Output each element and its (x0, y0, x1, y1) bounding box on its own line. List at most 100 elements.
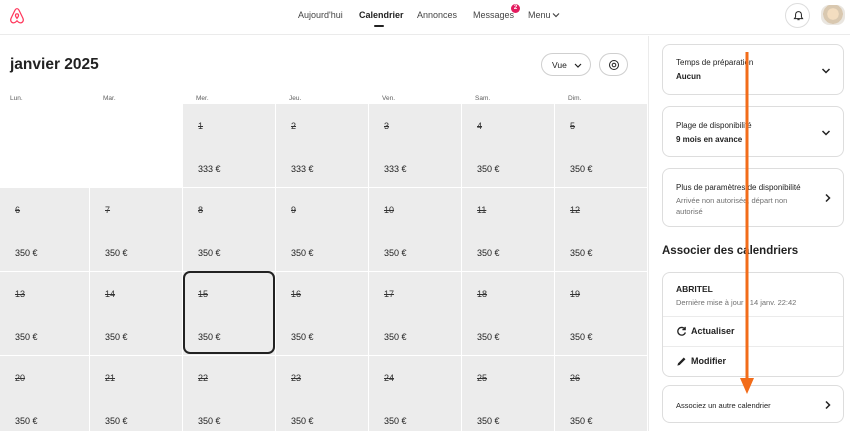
day-price: 350 € (291, 416, 314, 426)
month-title: janvier 2025 (10, 56, 99, 73)
day-number: 9 (291, 205, 297, 215)
calendar-day-cell[interactable]: 26 350 € (555, 356, 648, 431)
calendar-day-cell[interactable]: 18 350 € (462, 272, 555, 356)
calendar-day-cell[interactable]: 21 350 € (90, 356, 183, 431)
weekday-sun: Dim. (568, 95, 582, 102)
more-availability-desc: Arrivée non autorisée, départ non autori… (676, 196, 788, 216)
calendar-empty-cell (0, 104, 183, 188)
day-number: 7 (105, 205, 111, 215)
day-number: 19 (570, 289, 581, 299)
prep-time-value: Aucun (676, 72, 701, 81)
day-number: 6 (15, 205, 21, 215)
top-navigation: Aujourd'hui Calendrier Annonces Messages… (0, 0, 850, 35)
synced-calendar-name: ABRITEL (676, 284, 713, 294)
weekday-tue: Mar. (103, 95, 116, 102)
day-number: 10 (384, 205, 395, 215)
day-price: 350 € (15, 248, 38, 258)
day-price: 350 € (384, 332, 407, 342)
day-number: 14 (105, 289, 116, 299)
nav-today[interactable]: Aujourd'hui (298, 10, 343, 20)
calendar-day-cell[interactable]: 10 350 € (369, 188, 462, 272)
day-number: 26 (570, 373, 581, 383)
link-another-calendar-label: Associez un autre calendrier (676, 401, 771, 410)
link-another-calendar-button[interactable]: Associez un autre calendrier (662, 385, 844, 423)
day-price: 350 € (198, 248, 221, 258)
edit-button[interactable]: Modifier (676, 356, 756, 368)
calendar-day-cell[interactable]: 14 350 € (90, 272, 183, 356)
divider (663, 316, 843, 317)
calendar-day-cell[interactable]: 5 350 € (555, 104, 648, 188)
day-price: 333 € (384, 164, 407, 174)
messages-badge: 2 (511, 4, 520, 13)
chevron-down-icon[interactable] (552, 11, 560, 19)
calendar-day-cell[interactable]: 19 350 € (555, 272, 648, 356)
chevron-right-icon (825, 193, 831, 203)
calendar-day-cell[interactable]: 17 350 € (369, 272, 462, 356)
prep-time-card[interactable]: Temps de préparation Aucun (662, 44, 844, 95)
calendar-day-cell-selected[interactable]: 15 350 € (183, 272, 276, 356)
nav-active-indicator (374, 25, 384, 27)
calendar-day-cell[interactable]: 23 350 € (276, 356, 369, 431)
calendar-settings-button[interactable] (599, 53, 628, 76)
nav-calendar[interactable]: Calendrier (359, 10, 404, 20)
bell-icon (793, 11, 804, 21)
more-availability-card[interactable]: Plus de paramètres de disponibilité Arri… (662, 168, 844, 227)
day-number: 11 (477, 205, 487, 215)
day-price: 350 € (477, 332, 500, 342)
day-number: 18 (477, 289, 488, 299)
calendar-day-cell[interactable]: 13 350 € (0, 272, 90, 356)
chevron-down-icon (574, 63, 582, 68)
day-number: 20 (15, 373, 26, 383)
day-number: 24 (384, 373, 395, 383)
calendar-day-cell[interactable]: 24 350 € (369, 356, 462, 431)
calendar-day-cell[interactable]: 12 350 € (555, 188, 648, 272)
day-number: 13 (15, 289, 26, 299)
calendar-day-cell[interactable]: 2 333 € (276, 104, 369, 188)
weekday-mon: Lun. (10, 95, 23, 102)
calendar-day-cell[interactable]: 3 333 € (369, 104, 462, 188)
calendar-day-cell[interactable]: 4 350 € (462, 104, 555, 188)
pencil-icon (677, 357, 686, 366)
day-price: 350 € (477, 416, 500, 426)
refresh-icon (677, 326, 686, 336)
notifications-button[interactable] (785, 3, 810, 28)
day-price: 333 € (291, 164, 314, 174)
refresh-button[interactable]: Actualiser (676, 326, 756, 338)
prep-time-label: Temps de préparation (676, 58, 754, 67)
view-button[interactable]: Vue (541, 53, 591, 76)
day-price: 350 € (477, 248, 500, 258)
availability-range-label: Plage de disponibilité (676, 121, 752, 130)
calendar-day-cell[interactable]: 25 350 € (462, 356, 555, 431)
nav-messages[interactable]: Messages (473, 10, 514, 20)
chevron-down-icon (821, 68, 831, 74)
nav-links: Aujourd'hui Calendrier Annonces Messages… (0, 0, 850, 35)
day-price: 350 € (477, 164, 500, 174)
calendar-day-cell[interactable]: 8 350 € (183, 188, 276, 272)
nav-menu[interactable]: Menu (528, 10, 551, 20)
day-number: 3 (384, 121, 390, 131)
day-price: 350 € (105, 416, 128, 426)
day-price: 350 € (570, 416, 593, 426)
calendar-day-cell[interactable]: 1 333 € (183, 104, 276, 188)
day-number: 2 (291, 121, 297, 131)
calendar-day-cell[interactable]: 20 350 € (0, 356, 90, 431)
day-number: 8 (198, 205, 204, 215)
availability-range-value: 9 mois en avance (676, 135, 743, 144)
chevron-down-icon (821, 130, 831, 136)
calendar-day-cell[interactable]: 16 350 € (276, 272, 369, 356)
avatar[interactable] (821, 5, 845, 25)
calendar-day-cell[interactable]: 7 350 € (90, 188, 183, 272)
calendar-day-cell[interactable]: 11 350 € (462, 188, 555, 272)
availability-range-card[interactable]: Plage de disponibilité 9 mois en avance (662, 106, 844, 157)
day-price: 350 € (570, 332, 593, 342)
synced-calendar-card: ABRITEL Dernière mise à jour : 14 janv. … (662, 272, 844, 377)
calendar-day-cell[interactable]: 6 350 € (0, 188, 90, 272)
synced-calendar-last-update: Dernière mise à jour : 14 janv. 22:42 (676, 298, 797, 307)
day-price: 350 € (570, 248, 593, 258)
calendar-day-cell[interactable]: 22 350 € (183, 356, 276, 431)
nav-listings[interactable]: Annonces (417, 10, 457, 20)
day-number: 12 (570, 205, 581, 215)
day-number: 25 (477, 373, 488, 383)
day-price: 333 € (198, 164, 221, 174)
calendar-day-cell[interactable]: 9 350 € (276, 188, 369, 272)
